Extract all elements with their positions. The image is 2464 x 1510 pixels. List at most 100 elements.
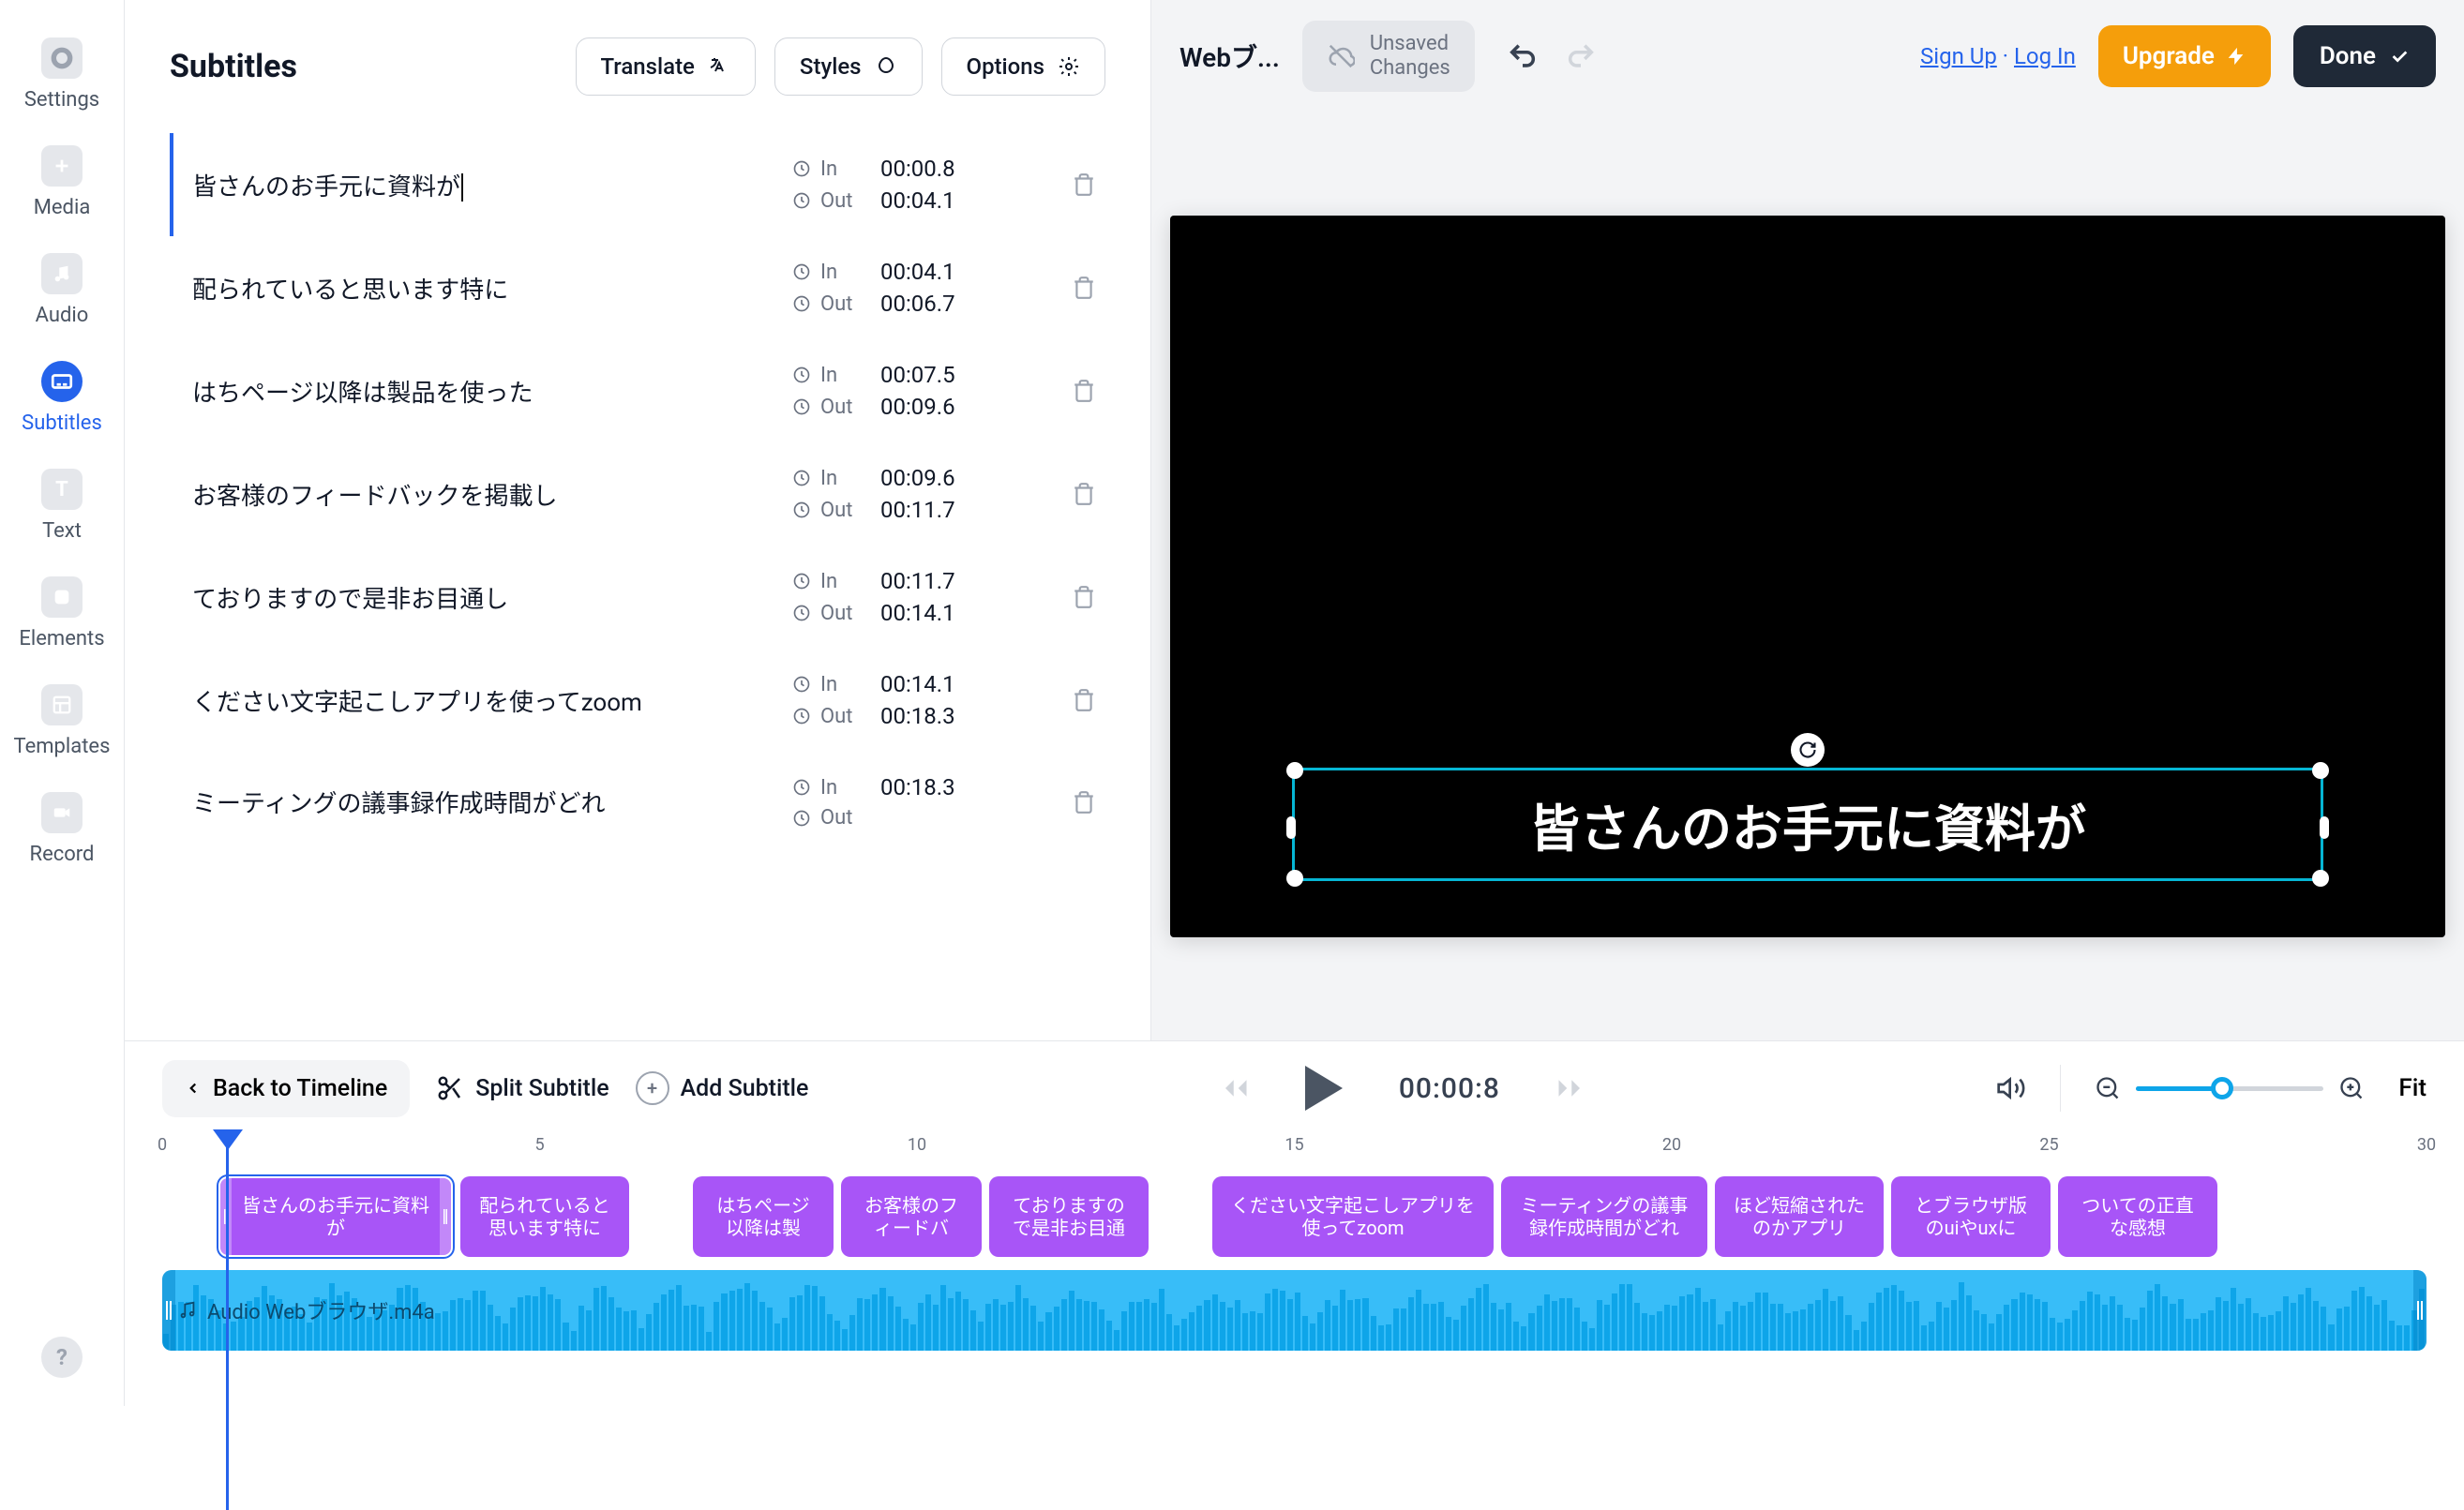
time-in[interactable]: In00:00.8 xyxy=(792,156,1027,182)
delete-subtitle-button[interactable] xyxy=(1062,781,1105,824)
delete-subtitle-button[interactable] xyxy=(1062,266,1105,309)
timeline-clip[interactable]: はちページ以降は製 xyxy=(693,1176,834,1257)
signup-link[interactable]: Sign Up xyxy=(1920,43,1997,69)
upgrade-button[interactable]: Upgrade xyxy=(2098,25,2271,87)
timeline-clip[interactable]: ておりますので是非お目通 xyxy=(989,1176,1149,1257)
resize-handle-tr[interactable] xyxy=(2312,762,2329,779)
timeline-clip[interactable]: 皆さんのお手元に資料が xyxy=(218,1176,453,1257)
sidebar-item-templates[interactable]: Templates xyxy=(14,684,111,758)
forward-icon[interactable] xyxy=(1556,1074,1585,1102)
time-in[interactable]: In00:07.5 xyxy=(792,362,1027,388)
done-button[interactable]: Done xyxy=(2293,25,2436,87)
subtitle-row[interactable]: ておりますので是非お目通し In00:11.7 Out00:14.1 xyxy=(170,546,1105,649)
resize-handle-bl[interactable] xyxy=(1286,870,1303,887)
time-out[interactable]: Out00:06.7 xyxy=(792,291,1027,317)
timeline-clip[interactable]: ミーティングの議事録作成時間がどれ xyxy=(1501,1176,1707,1257)
audio-track[interactable]: Audio Webブラウザ.m4a xyxy=(162,1270,2426,1351)
timeline-clip[interactable]: とブラウザ版のuiやuxに xyxy=(1891,1176,2051,1257)
time-in[interactable]: In00:11.7 xyxy=(792,568,1027,594)
subtitle-row[interactable]: 配られていると思います特に In00:04.1 Out00:06.7 xyxy=(170,236,1105,339)
redo-icon[interactable] xyxy=(1565,40,1597,72)
play-button[interactable] xyxy=(1305,1066,1343,1111)
zoom-slider-thumb[interactable] xyxy=(2211,1077,2233,1099)
delete-subtitle-button[interactable] xyxy=(1062,163,1105,206)
subtitle-text[interactable]: ておりますので是非お目通し xyxy=(192,580,774,615)
resize-handle-mr[interactable] xyxy=(2320,816,2329,839)
refresh-icon[interactable] xyxy=(1791,733,1825,767)
timeline-clip[interactable]: 配られていると思います特に xyxy=(460,1176,629,1257)
delete-subtitle-button[interactable] xyxy=(1062,679,1105,722)
resize-handle-br[interactable] xyxy=(2312,870,2329,887)
resize-handle-tl[interactable] xyxy=(1286,762,1303,779)
project-name[interactable]: Webブ... xyxy=(1179,37,1280,75)
subtitle-text[interactable]: 皆さんのお手元に資料が xyxy=(192,168,774,202)
clip-handle-right[interactable] xyxy=(440,1178,451,1255)
help-button[interactable]: ? xyxy=(41,1337,83,1378)
time-out[interactable]: Out00:14.1 xyxy=(792,600,1027,626)
delete-subtitle-button[interactable] xyxy=(1062,472,1105,516)
volume-icon[interactable] xyxy=(1996,1073,2026,1103)
undo-icon[interactable] xyxy=(1507,40,1539,72)
subtitle-row[interactable]: お客様のフィードバックを掲載し In00:09.6 Out00:11.7 xyxy=(170,442,1105,546)
sidebar-label-text: Text xyxy=(42,519,82,543)
sidebar-item-elements[interactable]: Elements xyxy=(19,576,104,650)
styles-button[interactable]: Styles xyxy=(774,37,923,96)
time-out[interactable]: Out00:09.6 xyxy=(792,394,1027,420)
rewind-icon[interactable] xyxy=(1221,1074,1249,1102)
add-subtitle-button[interactable]: + Add Subtitle xyxy=(636,1071,809,1105)
subtitle-overlay[interactable]: 皆さんのお手元に資料が xyxy=(1292,768,2323,881)
zoom-slider-track[interactable] xyxy=(2136,1086,2323,1091)
time-in[interactable]: In00:04.1 xyxy=(792,259,1027,285)
split-label: Split Subtitle xyxy=(475,1075,608,1102)
audio-handle-right[interactable] xyxy=(2413,1270,2426,1351)
zoom-out-icon[interactable] xyxy=(2095,1075,2121,1101)
video-canvas[interactable]: 皆さんのお手元に資料が xyxy=(1170,216,2445,937)
time-out[interactable]: Out00:18.3 xyxy=(792,703,1027,729)
subtitle-text[interactable]: ください文字起こしアプリを使ってzoom xyxy=(192,683,774,718)
timeline-clip[interactable]: ついての正直な感想 xyxy=(2058,1176,2217,1257)
undo-redo-group xyxy=(1507,40,1597,72)
canvas-viewport[interactable]: 皆さんのお手元に資料が xyxy=(1151,112,2464,1040)
subtitle-row[interactable]: ミーティングの議事録作成時間がどれ In00:18.3 Out xyxy=(170,752,1105,852)
sidebar-item-audio[interactable]: Audio xyxy=(36,253,89,327)
time-in[interactable]: In00:14.1 xyxy=(792,671,1027,697)
delete-subtitle-button[interactable] xyxy=(1062,369,1105,412)
timeline-clip[interactable]: ください文字起こしアプリを使ってzoom xyxy=(1212,1176,1494,1257)
cloud-off-icon xyxy=(1327,42,1355,70)
delete-subtitle-button[interactable] xyxy=(1062,576,1105,619)
sidebar-item-text[interactable]: T Text xyxy=(41,469,83,543)
time-in[interactable]: In00:09.6 xyxy=(792,465,1027,491)
subtitle-times: In00:18.3 Out xyxy=(792,774,1027,830)
time-in[interactable]: In00:18.3 xyxy=(792,774,1027,800)
zoom-in-icon[interactable] xyxy=(2338,1075,2365,1101)
time-out[interactable]: Out xyxy=(792,806,1027,830)
subtitle-row[interactable]: ください文字起こしアプリを使ってzoom In00:14.1 Out00:18.3 xyxy=(170,649,1105,752)
translate-button[interactable]: Translate xyxy=(576,37,756,96)
resize-handle-ml[interactable] xyxy=(1286,816,1296,839)
sidebar-item-record[interactable]: Record xyxy=(30,792,95,866)
fit-button[interactable]: Fit xyxy=(2398,1074,2426,1102)
subtitle-row[interactable]: はちページ以降は製品を使った In00:07.5 Out00:09.6 xyxy=(170,339,1105,442)
timeline-clip[interactable]: ほど短縮されたのかアプリ xyxy=(1715,1176,1884,1257)
sidebar-item-media[interactable]: Media xyxy=(34,145,91,219)
audio-handle-left[interactable] xyxy=(162,1270,175,1351)
subtitle-track[interactable]: 皆さんのお手元に資料が配られていると思います特にはちページ以降は製お客様のフィー… xyxy=(162,1176,2426,1257)
timeline-clip[interactable]: お客様のフィードバ xyxy=(841,1176,982,1257)
subtitle-text[interactable]: はちページ以降は製品を使った xyxy=(192,374,774,409)
subtitle-text[interactable]: 配られていると思います特に xyxy=(192,271,774,306)
options-button[interactable]: Options xyxy=(941,37,1105,96)
subtitle-row[interactable]: 皆さんのお手元に資料が In00:00.8 Out00:04.1 xyxy=(170,133,1105,236)
timeline[interactable]: 051015202530 皆さんのお手元に資料が配られていると思います特にはちペ… xyxy=(125,1135,2464,1406)
subtitle-text[interactable]: ミーティングの議事録作成時間がどれ xyxy=(192,785,774,819)
sidebar-item-settings[interactable]: Settings xyxy=(24,37,99,112)
sidebar-item-subtitles[interactable]: Subtitles xyxy=(22,361,102,435)
login-link[interactable]: Log In xyxy=(2014,43,2076,69)
subtitle-text[interactable]: お客様のフィードバックを掲載し xyxy=(192,477,774,512)
subtitle-times: In00:07.5 Out00:09.6 xyxy=(792,362,1027,420)
time-out[interactable]: Out00:04.1 xyxy=(792,187,1027,214)
split-subtitle-button[interactable]: Split Subtitle xyxy=(436,1074,608,1102)
time-out[interactable]: Out00:11.7 xyxy=(792,497,1027,523)
playhead[interactable] xyxy=(226,1143,229,1510)
back-to-timeline-button[interactable]: Back to Timeline xyxy=(162,1060,410,1117)
subtitle-list[interactable]: 皆さんのお手元に資料が In00:00.8 Out00:04.1 配られていると思いま… xyxy=(170,133,1105,1040)
